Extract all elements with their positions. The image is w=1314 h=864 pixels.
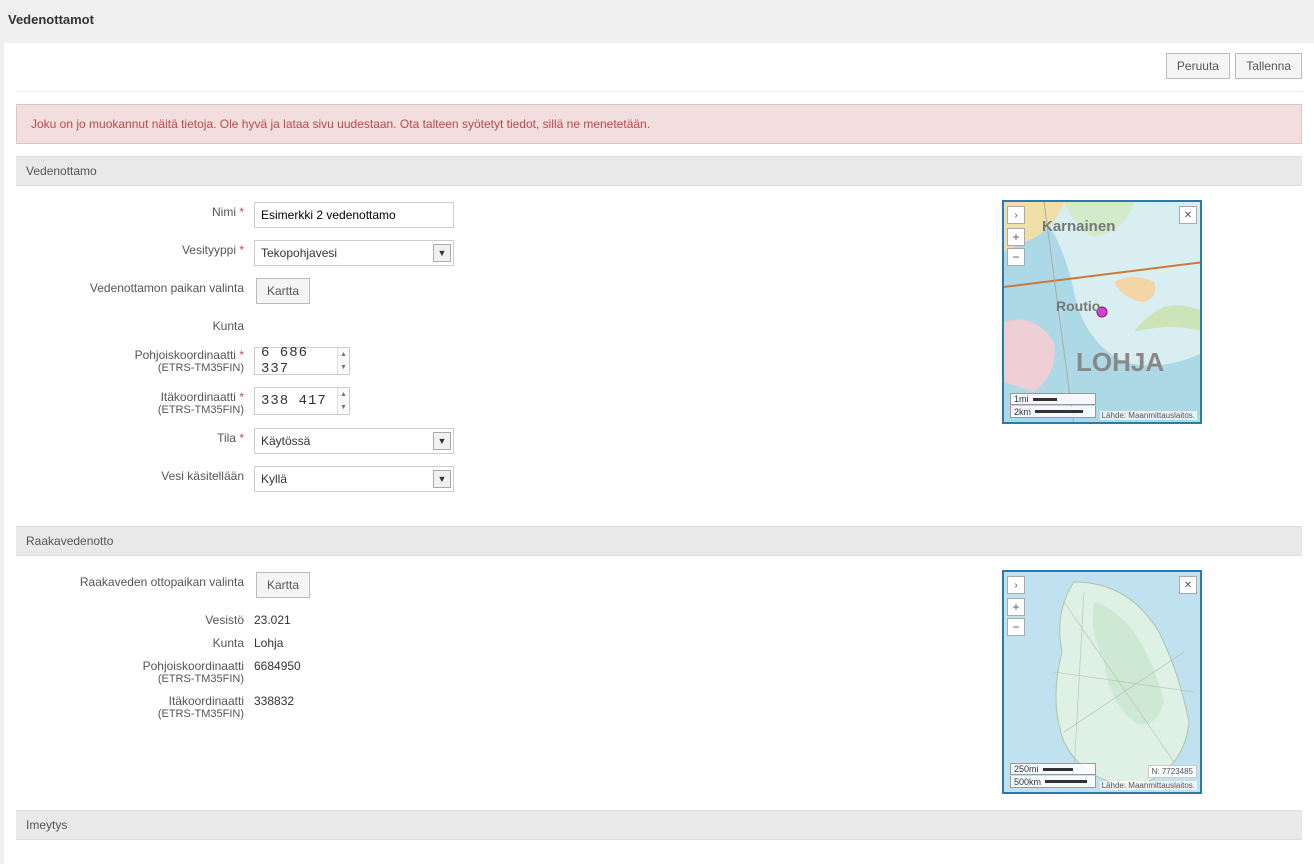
label-raaka-pohjois: Pohjoiskoordinaatti (ETRS-TM35FIN) xyxy=(16,654,254,685)
label-vesisto: Vesistö xyxy=(16,608,254,627)
section-header-imeytys: Imeytys xyxy=(16,810,1302,840)
map-zoom-out-icon[interactable]: − xyxy=(1007,248,1025,266)
spinner-up-icon[interactable]: ▲ xyxy=(337,348,349,361)
kartta-button-vedenottamo[interactable]: Kartta xyxy=(256,278,310,304)
label-raaka-ita: Itäkoordinaatti (ETRS-TM35FIN) xyxy=(16,689,254,720)
kasitellaan-select[interactable]: Kyllä ▼ xyxy=(254,466,454,492)
label-raaka-paikan-valinta: Raakaveden ottopaikan valinta xyxy=(16,570,254,589)
label-vesityyppi: Vesityyppi * xyxy=(16,238,254,257)
chevron-down-icon: ▼ xyxy=(433,432,451,450)
vesisto-value: 23.021 xyxy=(254,608,291,627)
cancel-button[interactable]: Peruuta xyxy=(1166,53,1230,79)
spinner-down-icon[interactable]: ▼ xyxy=(337,361,349,374)
main-panel: Peruuta Tallenna Joku on jo muokannut nä… xyxy=(4,43,1314,864)
label-paikan-valinta: Vedenottamon paikan valinta xyxy=(16,276,254,295)
spinner-down-icon[interactable]: ▼ xyxy=(337,401,349,414)
label-ita: Itäkoordinaatti * (ETRS-TM35FIN) xyxy=(16,385,254,416)
section-body-vedenottamo: Nimi * Vesityyppi * Tekopohjavesi ▼ Vede… xyxy=(16,200,1302,526)
map-zoom-in-icon[interactable]: + xyxy=(1007,228,1025,246)
map-zoom-out-icon[interactable]: − xyxy=(1007,618,1025,636)
raaka-map[interactable]: › ✕ + − 250mi 500km N: 7723485 Lähde: Ma… xyxy=(1002,570,1202,794)
map-coord-tag: N: 7723485 xyxy=(1148,765,1197,778)
map-label: LOHJA xyxy=(1076,347,1164,378)
map-scale: 250mi 500km xyxy=(1010,762,1096,788)
raaka-ita-value: 338832 xyxy=(254,689,294,708)
map-source: Lähde: Maanmittauslaitos. xyxy=(1100,411,1197,420)
map-zoom-in-icon[interactable]: + xyxy=(1007,598,1025,616)
map-expand-icon[interactable]: › xyxy=(1007,576,1025,594)
label-tila: Tila * xyxy=(16,426,254,445)
section-header-raaka: Raakavedenotto xyxy=(16,526,1302,556)
vesityyppi-select[interactable]: Tekopohjavesi ▼ xyxy=(254,240,454,266)
label-nimi: Nimi * xyxy=(16,200,254,219)
map-source: Lähde: Maanmittauslaitos. xyxy=(1100,781,1197,790)
raaka-kunta-value: Lohja xyxy=(254,631,283,650)
vedenottamo-map[interactable]: Karnainen Routio LOHJA › ✕ + − 1mi 2km L… xyxy=(1002,200,1202,424)
map-expand-icon[interactable]: › xyxy=(1007,206,1025,224)
label-kunta: Kunta xyxy=(16,314,254,333)
label-kasitellaan: Vesi käsitellään xyxy=(16,464,254,483)
label-raaka-kunta: Kunta xyxy=(16,631,254,650)
map-tools-icon[interactable]: ✕ xyxy=(1179,576,1197,594)
raaka-pohjois-value: 6684950 xyxy=(254,654,301,673)
page-title: Vedenottamot xyxy=(0,0,1314,39)
chevron-down-icon: ▼ xyxy=(433,470,451,488)
map-tools-icon[interactable]: ✕ xyxy=(1179,206,1197,224)
map-label: Karnainen xyxy=(1042,218,1115,235)
action-bar: Peruuta Tallenna xyxy=(16,53,1302,92)
tila-select[interactable]: Käytössä ▼ xyxy=(254,428,454,454)
error-alert: Joku on jo muokannut näitä tietoja. Ole … xyxy=(16,104,1302,144)
map-label: Routio xyxy=(1056,298,1100,314)
map-scale: 1mi 2km xyxy=(1010,392,1096,418)
section-body-raaka: Raakaveden ottopaikan valinta Kartta Ves… xyxy=(16,570,1302,810)
ita-spinner[interactable]: 338 417 ▲ ▼ xyxy=(254,387,350,415)
section-header-vedenottamo: Vedenottamo xyxy=(16,156,1302,186)
kartta-button-raaka[interactable]: Kartta xyxy=(256,572,310,598)
nimi-input[interactable] xyxy=(254,202,454,228)
save-button[interactable]: Tallenna xyxy=(1235,53,1302,79)
spinner-up-icon[interactable]: ▲ xyxy=(337,388,349,401)
pohjois-spinner[interactable]: 6 686 337 ▲ ▼ xyxy=(254,347,350,375)
chevron-down-icon: ▼ xyxy=(433,244,451,262)
label-pohjois: Pohjoiskoordinaatti * (ETRS-TM35FIN) xyxy=(16,343,254,374)
